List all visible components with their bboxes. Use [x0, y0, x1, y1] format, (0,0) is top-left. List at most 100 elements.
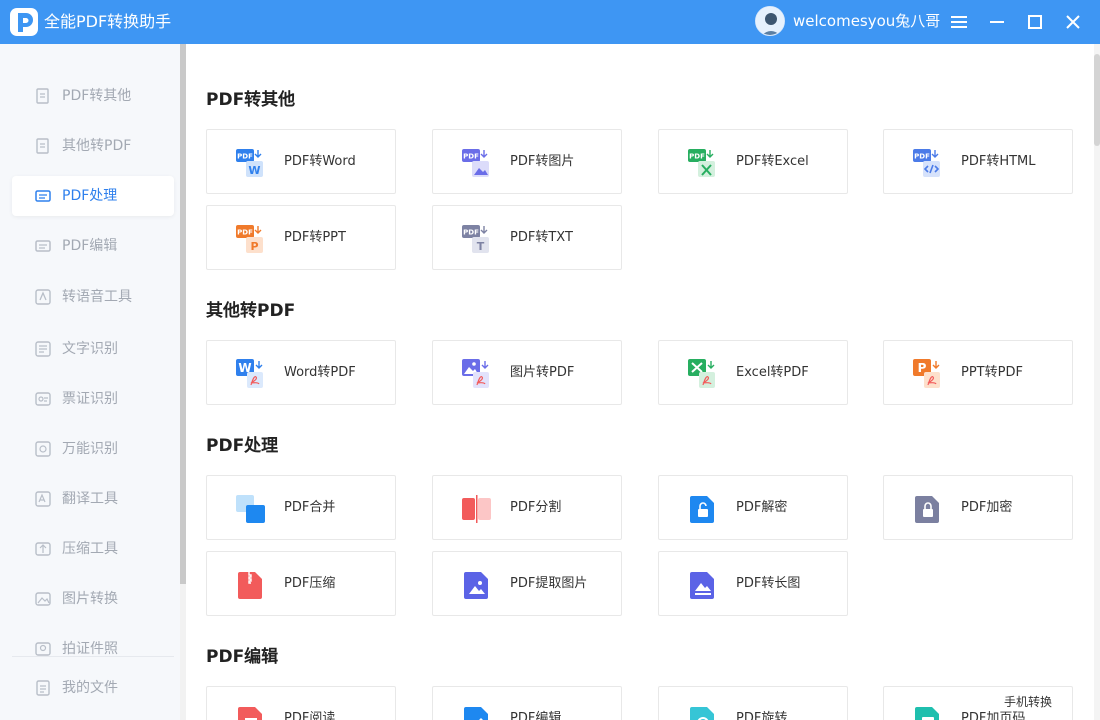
card-excel-to-pdf[interactable]: Excel转PDF: [658, 340, 848, 405]
card-pdf-rotate[interactable]: PDF旋转: [658, 686, 848, 720]
username[interactable]: welcomesyou兔八哥: [793, 11, 940, 31]
card-label: PDF转HTML: [961, 154, 1036, 169]
card-label: PDF提取图片: [510, 576, 588, 591]
card-label: Word转PDF: [284, 365, 356, 380]
ppt-to-pdf-icon: P: [913, 359, 940, 388]
card-label: PDF分割: [510, 500, 562, 515]
compress-icon: [238, 572, 262, 599]
content-scrollbar-thumb[interactable]: [1094, 54, 1100, 146]
svg-text:PDF: PDF: [463, 229, 479, 237]
sidebar-item-universal-recognition[interactable]: 万能识别: [12, 429, 174, 469]
card-pdf-to-image[interactable]: PDF PDF转图片: [432, 129, 622, 194]
card-image-to-pdf[interactable]: 图片转PDF: [432, 340, 622, 405]
sidebar-item-my-files[interactable]: 我的文件: [12, 668, 174, 708]
lock-icon: [915, 496, 939, 523]
excel-to-pdf-icon: [688, 359, 715, 388]
card-pdf-read[interactable]: PDF阅读: [206, 686, 396, 720]
image-convert-icon: [35, 592, 51, 606]
sidebar-item-label: 图片转换: [62, 591, 118, 607]
section-title-pdf-to-other: PDF转其他: [206, 90, 296, 110]
card-pdf-compress[interactable]: PDF压缩: [206, 551, 396, 616]
mobile-switch-link[interactable]: 手机转换: [1004, 694, 1052, 710]
svg-text:PDF: PDF: [689, 153, 705, 161]
other-to-pdf-icon: [36, 138, 49, 154]
page-number-icon: [915, 707, 939, 720]
merge-icon: [236, 495, 265, 523]
sidebar-item-label: 其他转PDF: [62, 138, 132, 154]
content-scrollbar[interactable]: [1094, 44, 1100, 720]
svg-text:W: W: [248, 164, 260, 177]
word-to-pdf-icon: W: [236, 359, 263, 388]
pdf-process-icon: [35, 190, 51, 202]
sidebar-item-text-recognition[interactable]: 文字识别: [12, 329, 174, 369]
maximize-button[interactable]: [1021, 8, 1049, 36]
pdf-to-txt-icon: PDF T: [462, 225, 489, 253]
speech-icon: [35, 289, 51, 305]
sidebar-item-label: 压缩工具: [62, 541, 118, 557]
card-label: PDF转Word: [284, 154, 356, 169]
sidebar-item-label: 我的文件: [62, 680, 118, 696]
card-pdf-decrypt[interactable]: PDF解密: [658, 475, 848, 540]
translate-icon: [35, 491, 51, 507]
card-label: PDF转图片: [510, 154, 575, 169]
compress-tool-icon: [35, 542, 51, 556]
card-label: PDF转PPT: [284, 230, 346, 245]
sidebar-item-translate[interactable]: 翻译工具: [12, 479, 174, 519]
read-icon: [238, 707, 262, 720]
card-pdf-merge[interactable]: PDF合并: [206, 475, 396, 540]
edit-icon: [464, 707, 488, 720]
card-label: Excel转PDF: [736, 365, 809, 380]
sidebar-item-compress[interactable]: 压缩工具: [12, 529, 174, 569]
svg-text:PDF: PDF: [237, 229, 253, 237]
minimize-button[interactable]: [983, 8, 1011, 36]
sidebar-item-text-to-speech[interactable]: 转语音工具: [12, 277, 174, 317]
svg-text:PDF: PDF: [463, 153, 479, 161]
card-ppt-to-pdf[interactable]: P PPT转PDF: [883, 340, 1073, 405]
svg-text:P: P: [250, 240, 258, 253]
rotate-icon: [690, 707, 714, 720]
card-pdf-to-long-image[interactable]: PDF转长图: [658, 551, 848, 616]
card-label: PDF加页码: [961, 711, 1026, 720]
sidebar-item-pdf-process[interactable]: PDF处理: [12, 176, 174, 216]
unlock-icon: [690, 496, 714, 523]
card-label: PDF转Excel: [736, 154, 809, 169]
sidebar-item-label: PDF处理: [62, 188, 118, 204]
sidebar-item-label: 票证识别: [62, 391, 118, 407]
card-pdf-encrypt[interactable]: PDF加密: [883, 475, 1073, 540]
card-pdf-to-excel[interactable]: PDF PDF转Excel: [658, 129, 848, 194]
pdf-to-html-icon: PDF: [913, 149, 940, 177]
avatar[interactable]: [755, 6, 785, 36]
sidebar-item-id-photo[interactable]: 拍证件照: [12, 629, 174, 669]
svg-text:PDF: PDF: [237, 153, 253, 161]
image-to-pdf-icon: [462, 359, 489, 388]
card-label: PDF转长图: [736, 576, 801, 591]
card-pdf-to-word[interactable]: PDF W PDF转Word: [206, 129, 396, 194]
card-pdf-to-html[interactable]: PDF PDF转HTML: [883, 129, 1073, 194]
card-pdf-to-txt[interactable]: PDF T PDF转TXT: [432, 205, 622, 270]
minimize-icon: [990, 21, 1004, 23]
svg-text:T: T: [477, 240, 485, 253]
card-pdf-to-ppt[interactable]: PDF P PDF转PPT: [206, 205, 396, 270]
sidebar-item-ticket-recognition[interactable]: 票证识别: [12, 379, 174, 419]
card-pdf-edit[interactable]: PDF编辑: [432, 686, 622, 720]
sidebar: PDF转其他 其他转PDF PDF处理 PDF编辑 转语音工具 文字识别 票证识…: [0, 44, 180, 720]
card-pdf-extract-image[interactable]: PDF提取图片: [432, 551, 622, 616]
card-label: PDF压缩: [284, 576, 336, 591]
sidebar-item-label: 文字识别: [62, 341, 118, 357]
close-button[interactable]: [1059, 8, 1087, 36]
ocr-icon: [35, 341, 51, 357]
menu-button[interactable]: [945, 8, 973, 36]
universal-recognition-icon: [35, 441, 51, 457]
card-word-to-pdf[interactable]: W Word转PDF: [206, 340, 396, 405]
maximize-icon: [1028, 15, 1042, 29]
menu-icon: [951, 16, 967, 28]
sidebar-item-pdf-edit[interactable]: PDF编辑: [12, 226, 174, 266]
section-title-pdf-process: PDF处理: [206, 436, 279, 456]
sidebar-item-image-convert[interactable]: 图片转换: [12, 579, 174, 619]
card-pdf-split[interactable]: PDF分割: [432, 475, 622, 540]
sidebar-item-pdf-to-other[interactable]: PDF转其他: [12, 76, 174, 116]
sidebar-item-other-to-pdf[interactable]: 其他转PDF: [12, 126, 174, 166]
my-files-icon: [36, 680, 50, 696]
card-label: PDF合并: [284, 500, 336, 515]
card-label: PDF转TXT: [510, 230, 573, 245]
